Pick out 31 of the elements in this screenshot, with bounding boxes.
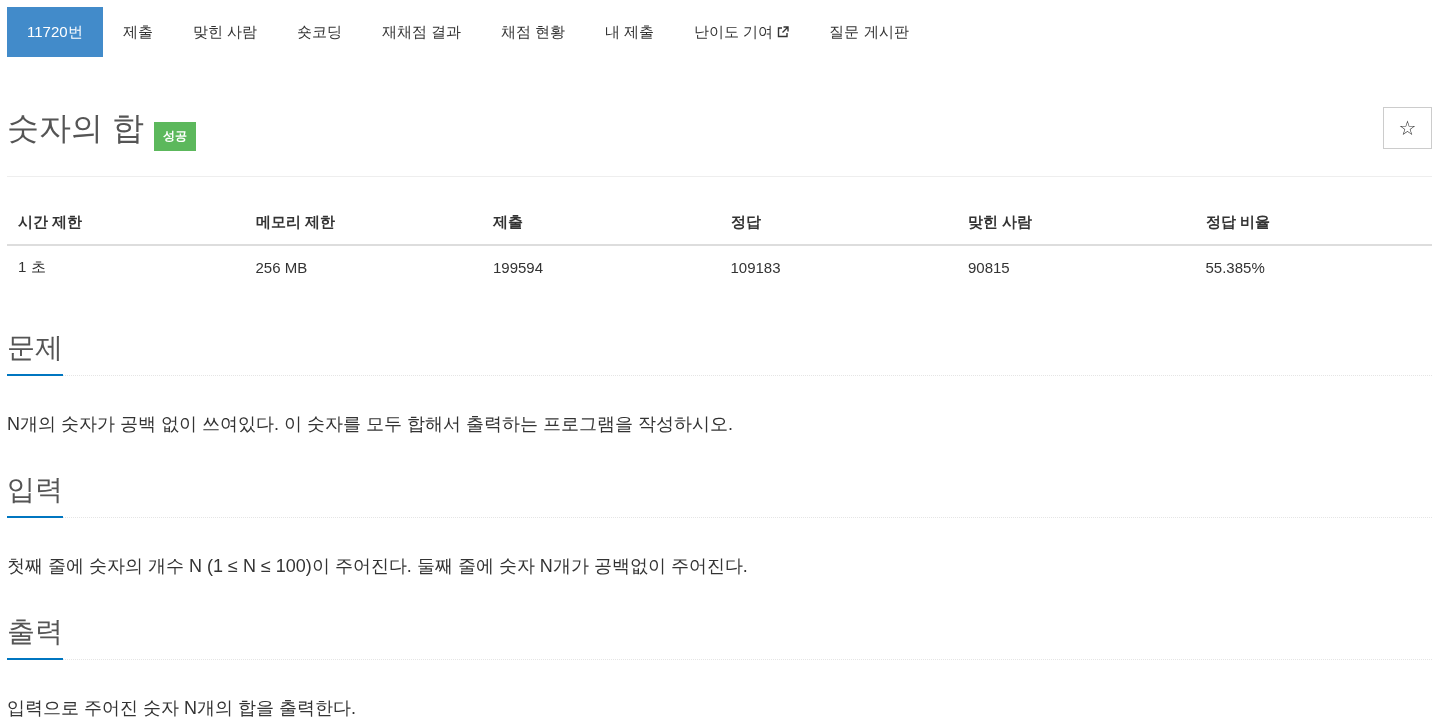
table-cell-text: 109183 [729,258,782,278]
section-heading: 문제 [7,328,63,376]
table-cell-text: 199594 [492,258,545,278]
section-text: 입력으로 주어진 숫자 N개의 합을 출력한다. [7,697,357,720]
problem-title: 숫자의 합 [7,109,144,148]
nav-tab[interactable]: 제출 [102,7,173,57]
column-header: 제출 [482,200,720,246]
nav-tab[interactable]: 채점 현황 [480,7,586,57]
column-header: 정답 비율 [1194,200,1432,246]
table-cell-text: 55.385% [1204,258,1266,278]
status-badge: 성공 [153,122,196,151]
nav-tab[interactable]: 재채점 결과 [361,7,481,57]
table-cell-text: 1 초 [17,257,47,277]
section-heading: 입력 [7,470,63,518]
nav-tab[interactable]: 난이도 기여 [674,7,810,57]
column-header: 정답 [719,200,957,246]
column-header: 메모리 제한 [244,200,482,246]
nav-tab[interactable]: 내 제출 [585,7,675,57]
section-text: N개의 숫자가 공백 없이 쓰여있다. 이 숫자를 모두 합해서 출력하는 프로그램을 작성하시오. [7,413,734,436]
star-button[interactable]: ☆ [1383,107,1432,149]
nav-tab[interactable]: 질문 게시판 [809,7,929,57]
table-cell-text: 90815 [967,258,1011,278]
table-cell-text: 256 MB [254,258,309,278]
nav-tab[interactable]: 숏코딩 [276,7,362,57]
section-heading: 출력 [7,612,63,660]
column-header: 시간 제한 [7,200,245,246]
nav-tab[interactable]: 11720번 [7,7,103,57]
column-header: 맞힌 사람 [957,200,1195,246]
nav-tab[interactable]: 맞힌 사람 [172,7,277,57]
external-link-icon [777,26,790,38]
section-text: 첫째 줄에 숫자의 개수 N (1 ≤ N ≤ 100)이 주어진다. 둘째 줄에 숫자 N개가 공백없이 주어진다. [7,555,749,578]
